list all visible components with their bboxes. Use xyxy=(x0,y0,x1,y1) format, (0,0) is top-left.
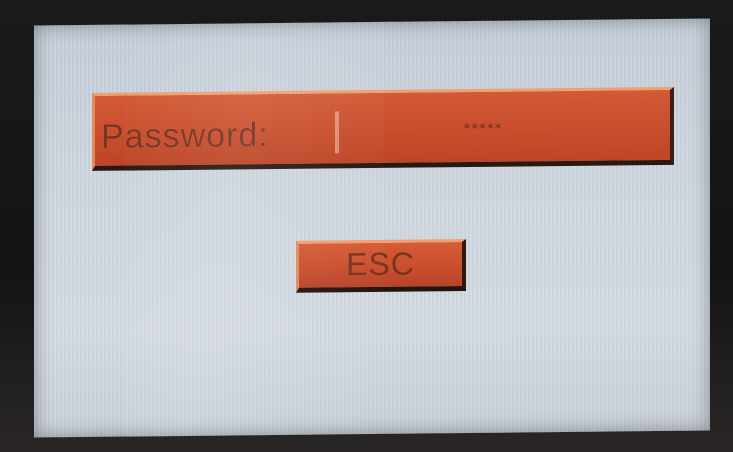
touch-screen: Password: ***** ESC xyxy=(34,18,710,438)
password-label: Password: xyxy=(101,116,269,156)
text-cursor xyxy=(335,111,339,154)
esc-button[interactable]: ESC xyxy=(296,239,466,293)
password-masked-value: ***** xyxy=(463,121,503,138)
device-bezel: Password: ***** ESC xyxy=(0,0,733,452)
screen-glare xyxy=(124,21,384,437)
password-field[interactable]: Password: ***** xyxy=(92,86,674,171)
